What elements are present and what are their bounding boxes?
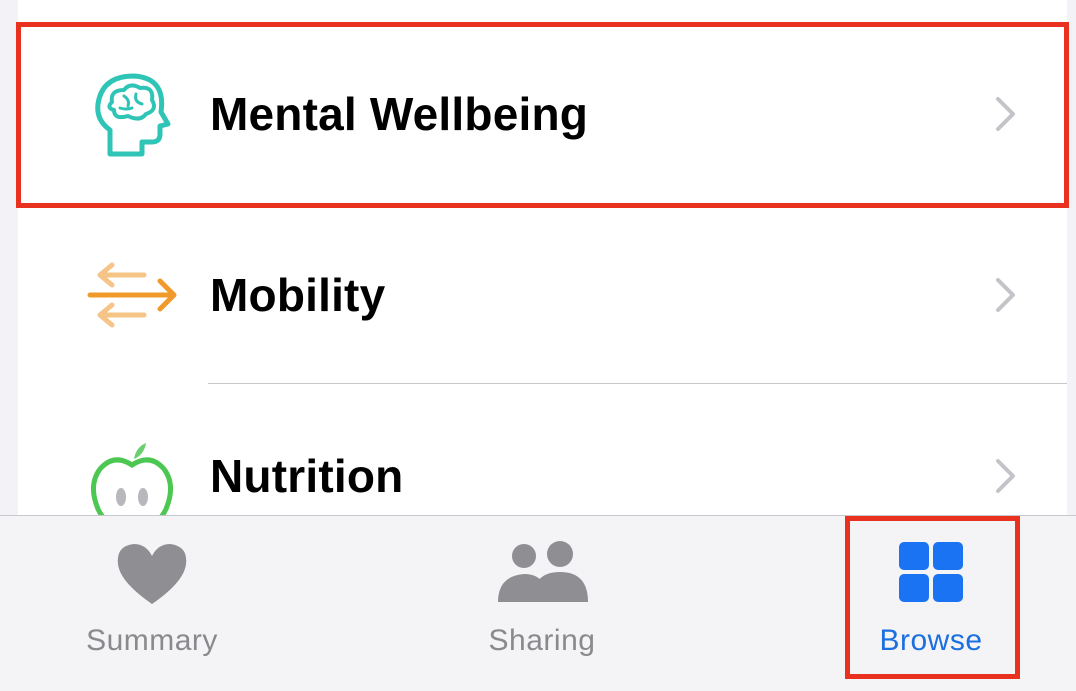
list-item-label: Mobility — [210, 269, 386, 321]
list-item-mobility[interactable]: Mobility — [18, 205, 1067, 385]
brain-head-icon — [95, 73, 171, 157]
grid-icon — [899, 542, 963, 602]
mobility-arrows-icon — [87, 262, 177, 328]
browse-category-list: Mental Wellbeing Mobility Nutrition — [18, 0, 1067, 528]
tab-sharing[interactable]: Sharing — [452, 516, 632, 691]
row-divider — [208, 383, 1067, 384]
list-item-mental-wellbeing[interactable]: Mental Wellbeing — [18, 24, 1067, 204]
tab-summary[interactable]: Summary — [62, 516, 242, 691]
people-icon — [498, 541, 588, 602]
tab-summary-label: Summary — [86, 624, 218, 657]
tab-browse-label: Browse — [879, 624, 983, 657]
heart-icon — [117, 544, 187, 604]
tab-bar: Summary Sharing Browse — [0, 515, 1076, 691]
list-item-label: Nutrition — [210, 450, 404, 502]
chevron-right-icon — [996, 278, 1015, 312]
tab-sharing-label: Sharing — [488, 624, 596, 657]
tab-browse[interactable]: Browse — [841, 516, 1021, 691]
chevron-right-icon — [996, 459, 1015, 493]
chevron-right-icon — [996, 97, 1015, 131]
list-item-label: Mental Wellbeing — [210, 88, 589, 140]
